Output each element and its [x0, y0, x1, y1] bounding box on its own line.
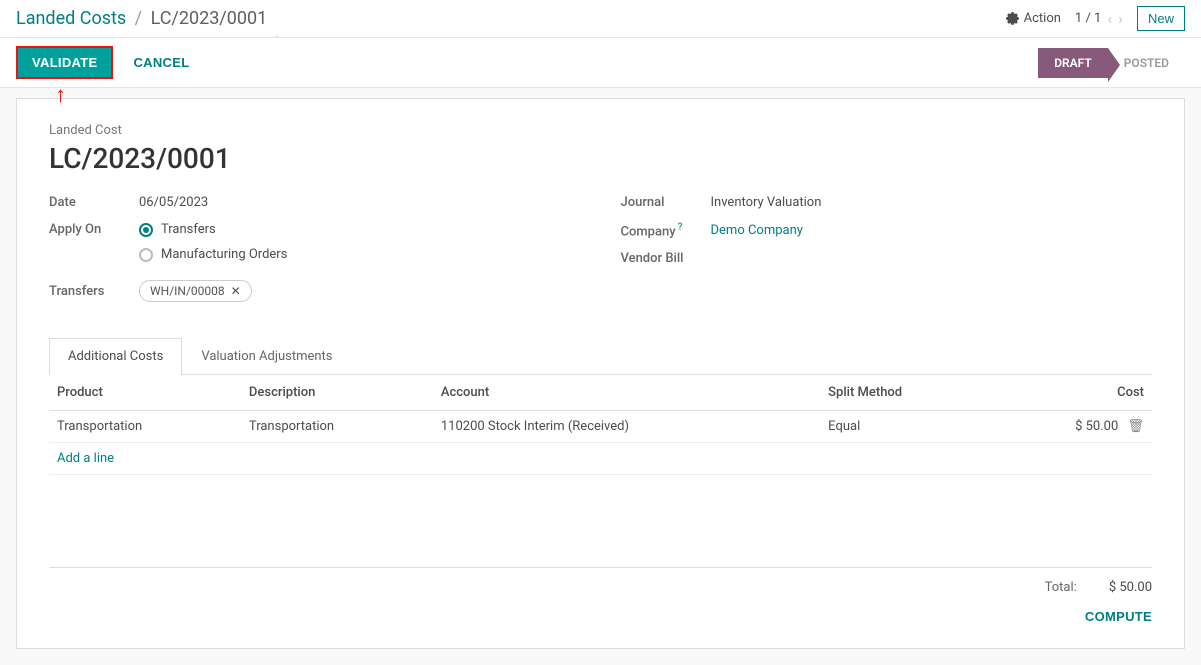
cell-description[interactable]: Transportation: [241, 411, 433, 443]
cell-product[interactable]: Transportation: [49, 411, 241, 443]
apply-radio-group: Transfers Manufacturing Orders: [139, 222, 287, 262]
status-bar: DRAFT POSTED: [1038, 48, 1185, 78]
add-line-button[interactable]: Add a line: [57, 451, 114, 466]
th-cost: Cost: [991, 375, 1152, 411]
form-supertitle: Landed Cost: [49, 123, 1152, 138]
vendor-bill-label: Vendor Bill: [621, 251, 731, 266]
form-col-left: Date 06/05/2023 Apply On Transfers Manuf…: [49, 195, 581, 314]
radio-mo-label: Manufacturing Orders: [161, 247, 287, 262]
tab-valuation-adjustments[interactable]: Valuation Adjustments: [182, 338, 351, 374]
row-apply-on: Apply On Transfers Manufacturing Orders: [49, 222, 581, 262]
row-journal: Journal Inventory Valuation: [621, 195, 1153, 210]
transfers-value[interactable]: WH/IN/00008 ✕: [139, 280, 252, 302]
top-bar: Landed Costs / LC/2023/0001 Action 1 / 1…: [0, 0, 1201, 37]
pager: 1 / 1 ‹ ›: [1075, 9, 1123, 28]
costs-table: Product Description Account Split Method…: [49, 375, 1152, 555]
help-icon[interactable]: ?: [678, 222, 683, 233]
company-value[interactable]: Demo Company: [711, 223, 803, 238]
form-grid: Date 06/05/2023 Apply On Transfers Manuf…: [49, 195, 1152, 314]
gear-icon: [1006, 12, 1019, 25]
date-label: Date: [49, 195, 139, 210]
cell-account[interactable]: 110200 Stock Interim (Received): [433, 411, 820, 443]
transfer-tag-text: WH/IN/00008: [150, 284, 225, 298]
row-company: Company? Demo Company: [621, 222, 1153, 239]
radio-transfers-label: Transfers: [161, 222, 216, 237]
th-product: Product: [49, 375, 241, 411]
status-draft[interactable]: DRAFT: [1038, 48, 1108, 78]
th-description: Description: [241, 375, 433, 411]
table-row[interactable]: Transportation Transportation 110200 Sto…: [49, 411, 1152, 443]
radio-dot-unchecked: [139, 248, 153, 262]
row-vendor-bill: Vendor Bill: [621, 251, 1153, 266]
totals-row: Total: $ 50.00: [49, 567, 1152, 595]
radio-mo[interactable]: Manufacturing Orders: [139, 247, 287, 262]
tab-additional-costs[interactable]: Additional Costs: [49, 338, 182, 375]
th-account: Account: [433, 375, 820, 411]
tag-remove-icon[interactable]: ✕: [231, 284, 241, 298]
action-menu[interactable]: Action: [1006, 11, 1061, 26]
breadcrumb-root[interactable]: Landed Costs: [16, 8, 126, 29]
top-right: Action 1 / 1 ‹ › New: [1006, 6, 1185, 31]
th-split: Split Method: [820, 375, 991, 411]
compute-button[interactable]: COMPUTE: [1085, 609, 1152, 624]
cell-cost[interactable]: $ 50.00 🗑: [991, 411, 1152, 443]
pager-text: 1 / 1: [1075, 11, 1101, 26]
status-posted[interactable]: POSTED: [1108, 48, 1185, 78]
transfer-tag[interactable]: WH/IN/00008 ✕: [139, 280, 252, 302]
action-bar: VALIDATE CANCEL DRAFT POSTED: [0, 37, 1201, 88]
breadcrumb: Landed Costs / LC/2023/0001: [16, 8, 267, 29]
radio-transfers[interactable]: Transfers: [139, 222, 287, 237]
breadcrumb-sep: /: [135, 8, 142, 29]
transfers-label: Transfers: [49, 284, 139, 299]
tabs: Additional Costs Valuation Adjustments: [49, 338, 1152, 375]
trash-icon[interactable]: 🗑: [1127, 419, 1144, 434]
cell-split[interactable]: Equal: [820, 411, 991, 443]
date-value[interactable]: 06/05/2023: [139, 195, 208, 210]
apply-label: Apply On: [49, 222, 139, 237]
form-sheet: Landed Cost LC/2023/0001 Date 06/05/2023…: [16, 98, 1185, 649]
form-title: LC/2023/0001: [49, 142, 1152, 175]
table-header-row: Product Description Account Split Method…: [49, 375, 1152, 411]
total-value: $ 50.00: [1109, 580, 1152, 595]
action-label: Action: [1024, 11, 1061, 26]
company-label: Company?: [621, 222, 711, 239]
pager-prev[interactable]: ‹: [1107, 9, 1112, 28]
add-line-row: Add a line: [49, 443, 1152, 475]
cancel-button[interactable]: CANCEL: [119, 49, 203, 76]
compute-row: COMPUTE: [49, 609, 1152, 624]
total-label: Total:: [1045, 580, 1077, 595]
journal-value[interactable]: Inventory Valuation: [711, 195, 822, 210]
new-button[interactable]: New: [1137, 6, 1185, 31]
empty-row: [49, 475, 1152, 555]
row-transfers: Transfers WH/IN/00008 ✕: [49, 280, 581, 302]
breadcrumb-current: LC/2023/0001: [151, 8, 268, 29]
journal-label: Journal: [621, 195, 711, 210]
row-date: Date 06/05/2023: [49, 195, 581, 210]
form-col-right: Journal Inventory Valuation Company? Dem…: [621, 195, 1153, 314]
radio-dot-checked: [139, 223, 153, 237]
validate-button[interactable]: VALIDATE: [16, 46, 113, 79]
pager-next[interactable]: ›: [1118, 9, 1123, 28]
